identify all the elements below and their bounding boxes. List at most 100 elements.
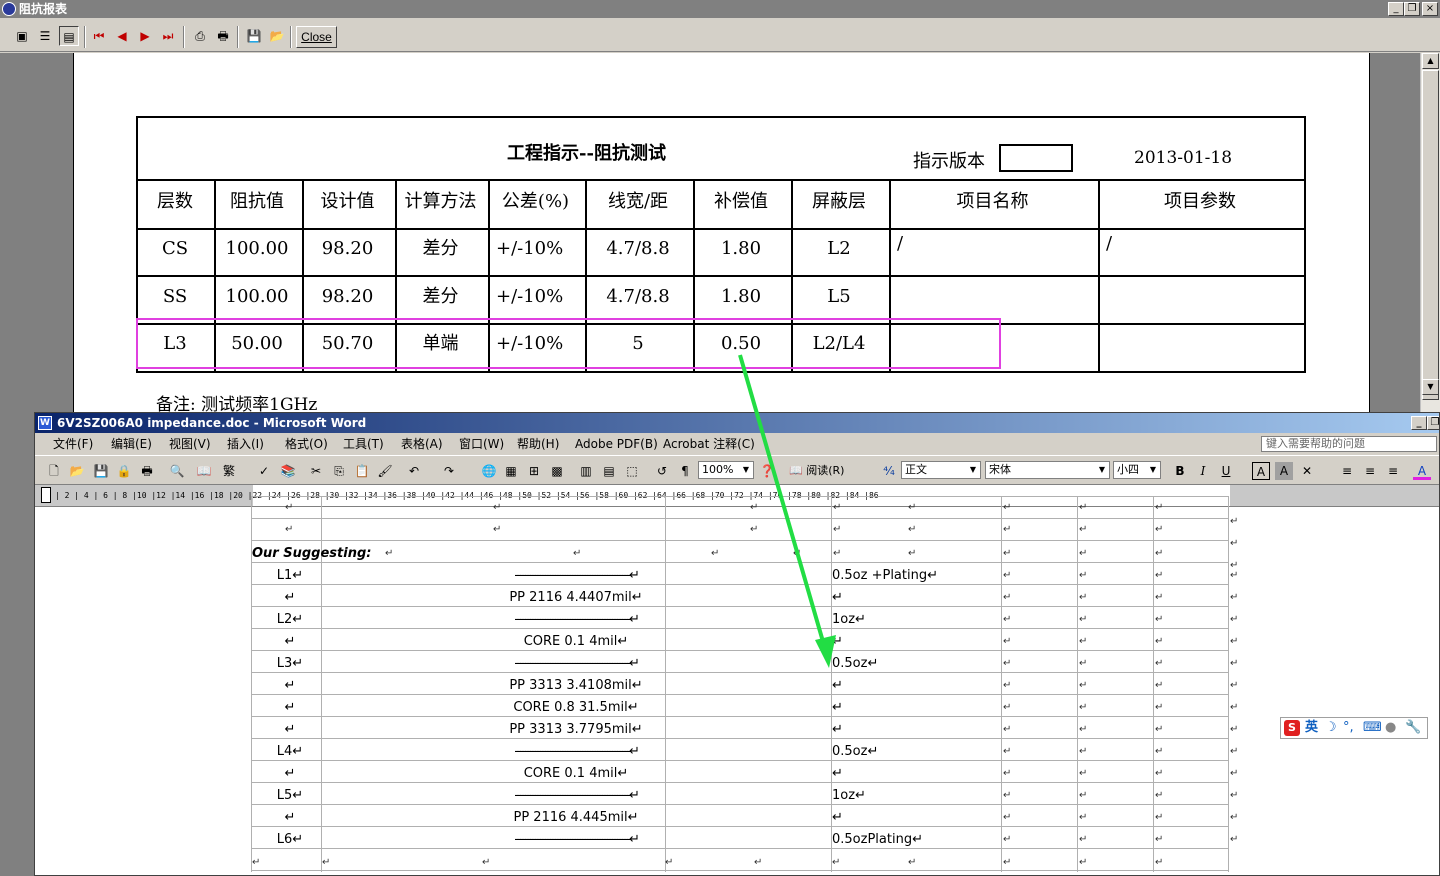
format-painter-icon[interactable]: 🖌 <box>376 462 394 480</box>
paste-icon[interactable]: 📋 <box>353 462 371 480</box>
print-preview-icon[interactable]: 🔍 <box>168 462 186 480</box>
research-icon[interactable]: 📖 <box>195 462 213 480</box>
stack-layer-cell: ↵ <box>284 590 296 605</box>
drawing-icon[interactable]: ▤ <box>600 462 618 480</box>
style-select[interactable]: 正文 ▼ <box>901 461 981 479</box>
menu-item[interactable]: 视图(V) <box>169 433 211 455</box>
redo-icon[interactable]: ↷ <box>440 462 458 480</box>
wrench-icon[interactable]: 🔧 <box>1405 718 1421 738</box>
show-hide-icon[interactable]: ↺ <box>653 462 671 480</box>
align-right-icon[interactable]: ≡ <box>1384 462 1402 480</box>
align-center-icon[interactable]: ≡ <box>1361 462 1379 480</box>
document-map-icon[interactable]: ⬚ <box>623 462 641 480</box>
styles-pane-icon[interactable]: ⁴⁄₄ <box>880 462 898 480</box>
undo-icon[interactable]: ↶ <box>405 462 423 480</box>
tab-selector-icon[interactable] <box>41 487 51 503</box>
italic-icon[interactable]: I <box>1194 462 1212 480</box>
save-icon[interactable]: 💾 <box>244 26 264 46</box>
new-doc-icon[interactable]: 🗋 <box>45 462 63 480</box>
ime-toolbar[interactable]: S 英 ☽ °, ⌨ ● 🔧 <box>1280 717 1428 739</box>
user-icon[interactable]: ● <box>1385 718 1396 738</box>
next-page-icon[interactable]: ▶ <box>135 26 155 46</box>
stack-copper-cell: ↵ <box>832 810 843 825</box>
suggest-label: Our Suggesting: <box>252 546 372 561</box>
moon-icon[interactable]: ☽ <box>1325 718 1337 738</box>
hyperlink-icon[interactable]: 🌐 <box>480 462 498 480</box>
permission-icon[interactable]: 🔒 <box>115 462 133 480</box>
help-icon[interactable]: ❓ <box>758 462 776 480</box>
prev-page-icon[interactable]: ◀ <box>112 26 132 46</box>
paragraph-mark: ↵ <box>1079 592 1088 603</box>
stack-copper-cell: ↵ <box>832 700 843 715</box>
traditional-chinese-icon[interactable]: 繁 <box>220 462 238 480</box>
full-page-icon[interactable]: ▤ <box>59 26 79 46</box>
menu-item[interactable]: 插入(I) <box>227 433 264 455</box>
menu-item[interactable]: 文件(F) <box>53 433 93 455</box>
tables-borders-icon[interactable]: ▦ <box>502 462 520 480</box>
table-cell: 差分 <box>422 238 459 259</box>
font-size-select[interactable]: 小四 ▼ <box>1113 461 1161 479</box>
spelling-icon[interactable]: ✓ <box>255 462 273 480</box>
page-view-icon[interactable]: ▣ <box>12 26 32 46</box>
table-header-cell: 线宽/距 <box>607 191 669 212</box>
char-scale-icon[interactable]: ✕ <box>1298 462 1316 480</box>
font-select[interactable]: 宋体 ▼ <box>985 461 1110 479</box>
copy-icon[interactable]: ⎘ <box>330 462 348 480</box>
char-border-icon[interactable]: A <box>1252 462 1270 480</box>
paragraph-mark: ↵ <box>1003 812 1012 823</box>
zoom-select[interactable]: 100% ▼ <box>698 461 754 479</box>
menu-item[interactable]: 窗口(W) <box>459 433 504 455</box>
menu-item[interactable]: Adobe PDF(B) <box>575 433 658 455</box>
paragraph-mark: ↵ <box>1003 658 1012 669</box>
menu-item[interactable]: 表格(A) <box>401 433 443 455</box>
paragraph-mark: ↵ <box>1230 746 1239 757</box>
punct-icon[interactable]: °, <box>1343 718 1354 738</box>
restore-button[interactable]: ❐ <box>1404 2 1420 16</box>
align-left-icon[interactable]: ≡ <box>1338 462 1356 480</box>
close-button[interactable]: Close <box>296 26 337 48</box>
scroll-down-icon[interactable]: ▼ <box>1422 379 1439 395</box>
open-icon[interactable]: 📂 <box>68 462 86 480</box>
word-minimize-button[interactable]: _ <box>1411 416 1427 430</box>
menu-item[interactable]: 编辑(E) <box>111 433 152 455</box>
word-restore-button[interactable]: ❐ <box>1427 416 1439 430</box>
first-page-icon[interactable]: ⏮ <box>89 26 109 46</box>
paragraph-mark: ↵ <box>754 857 763 868</box>
read-mode-button[interactable]: 📖 阅读(R) <box>789 462 844 480</box>
save-icon[interactable]: 💾 <box>92 462 110 480</box>
open-folder-icon[interactable]: 📂 <box>267 26 287 46</box>
menu-item[interactable]: 工具(T) <box>343 433 384 455</box>
char-shading-icon[interactable]: A <box>1275 462 1293 480</box>
insert-table-icon[interactable]: ⊞ <box>525 462 543 480</box>
stack-layer-cell: ↵ <box>284 810 296 825</box>
print-setup-icon[interactable]: ⎙ <box>190 26 210 46</box>
insert-excel-icon[interactable]: ▩ <box>548 462 566 480</box>
paragraph-mark: ↵ <box>1155 592 1164 603</box>
font-color-icon[interactable]: A <box>1413 462 1431 480</box>
paragraph-mark-icon[interactable]: ¶ <box>676 462 694 480</box>
underline-icon[interactable]: U <box>1217 462 1235 480</box>
menu-item[interactable]: Acrobat 注释(C) <box>663 433 755 455</box>
print-icon[interactable]: 🖶 <box>213 26 233 46</box>
keyboard-icon[interactable]: ⌨ <box>1363 718 1382 738</box>
print-icon[interactable]: 🖶 <box>138 462 156 480</box>
table-cell: / <box>897 233 904 254</box>
window-close-button[interactable]: × <box>1422 2 1438 16</box>
toolbar-separator <box>237 26 239 48</box>
paragraph-mark: ↵ <box>1079 636 1088 647</box>
menu-item[interactable]: 格式(O) <box>285 433 328 455</box>
bold-icon[interactable]: B <box>1171 462 1189 480</box>
columns-icon[interactable]: ▥ <box>577 462 595 480</box>
scroll-thumb[interactable] <box>1422 70 1439 400</box>
scroll-up-icon[interactable]: ▲ <box>1422 53 1439 69</box>
minimize-button[interactable]: _ <box>1388 2 1404 16</box>
help-search-input[interactable]: 键入需要帮助的问题 <box>1261 436 1437 452</box>
list-view-icon[interactable]: ☰ <box>35 26 55 46</box>
menu-item[interactable]: 帮助(H) <box>517 433 559 455</box>
research2-icon[interactable]: 📚 <box>279 462 297 480</box>
last-page-icon[interactable]: ⏭ <box>158 26 178 46</box>
paragraph-mark: ↵ <box>1003 724 1012 735</box>
paragraph-mark: ↵ <box>1155 570 1164 581</box>
paragraph-mark: ↵ <box>322 857 331 868</box>
cut-icon[interactable]: ✂ <box>307 462 325 480</box>
